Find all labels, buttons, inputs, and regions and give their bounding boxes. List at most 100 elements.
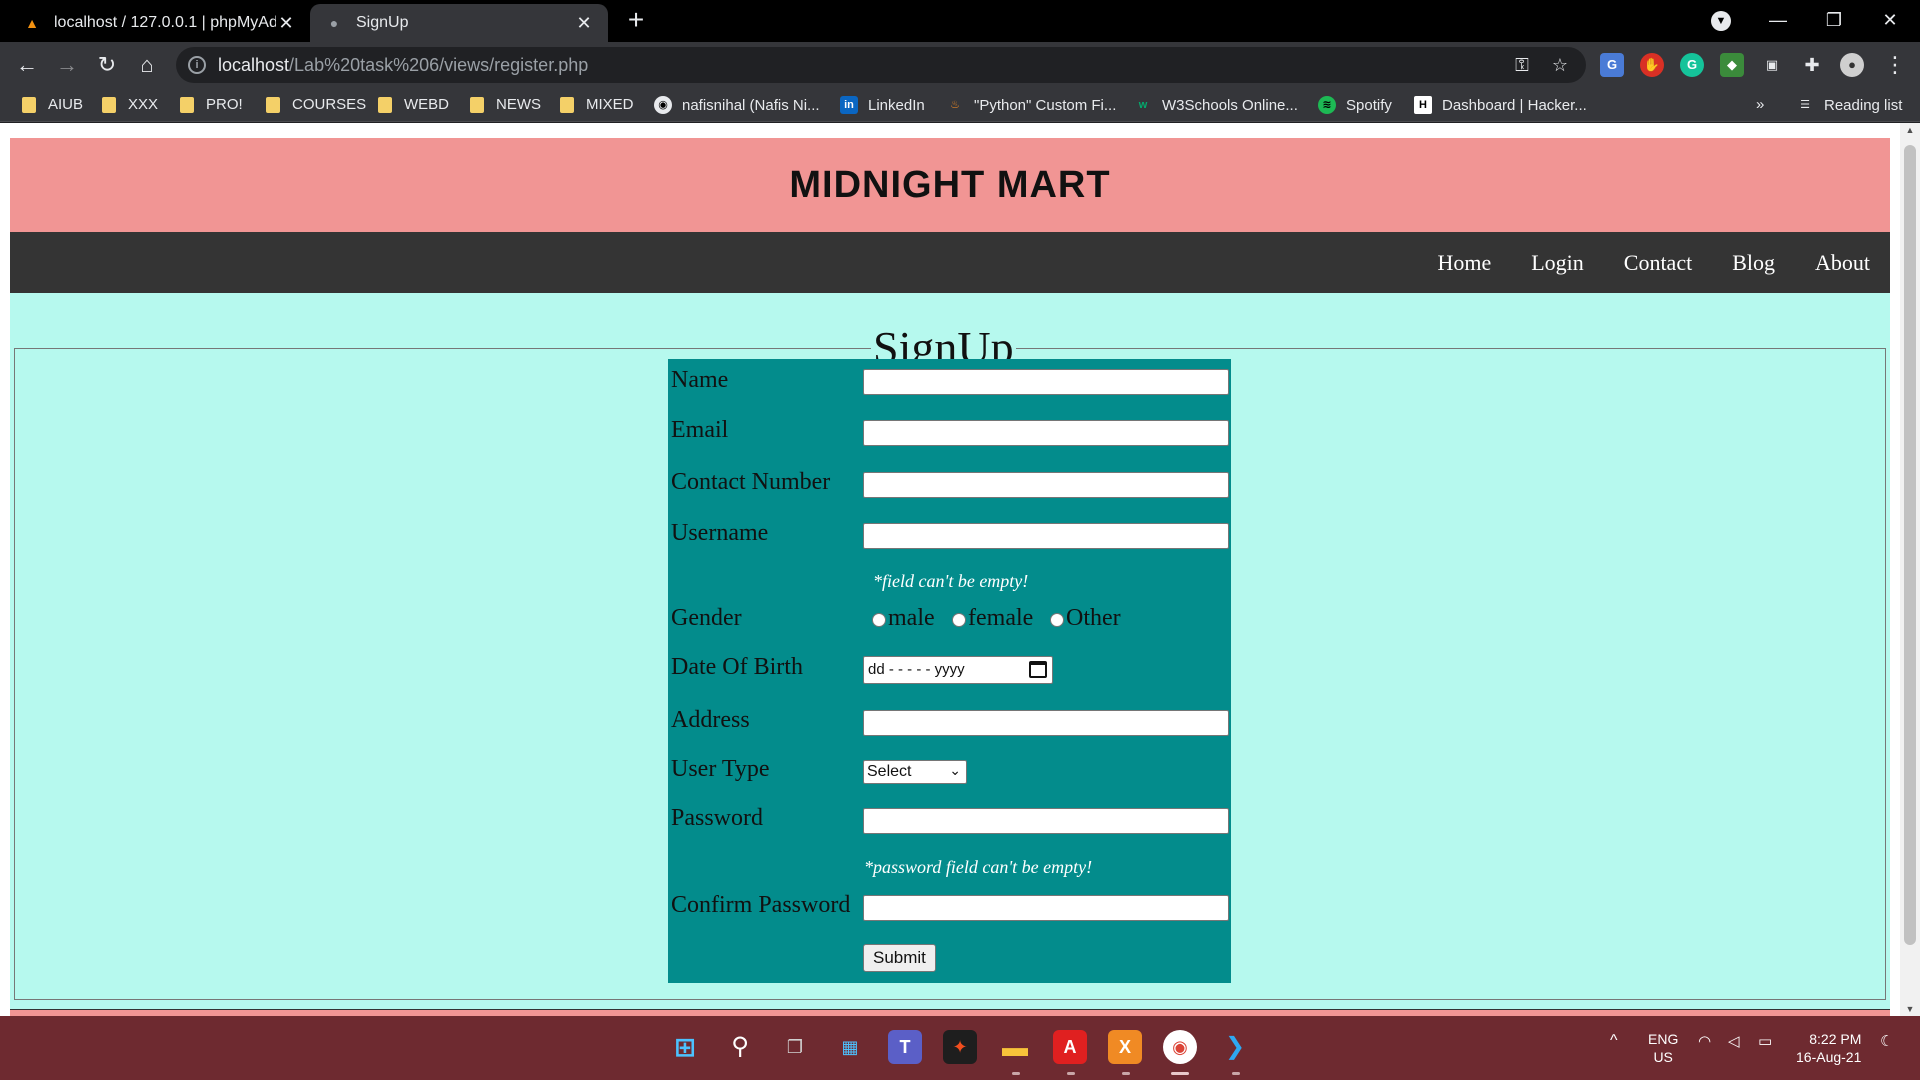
volume-icon[interactable]: ◁ [1728,1032,1740,1050]
battery-icon[interactable]: ▭ [1758,1032,1772,1050]
confirm-password-field[interactable] [863,895,1229,921]
password-label: Password [671,805,764,831]
nav-login[interactable]: Login [1531,232,1584,293]
menu-dots-icon[interactable]: ⋮ [1880,50,1910,80]
wifi-icon[interactable]: ◠ [1698,1032,1711,1050]
bookmark-spotify[interactable]: ≋ Spotify [1318,96,1392,114]
profile-avatar[interactable]: ● [1840,53,1864,77]
grammarly-icon[interactable]: G [1680,53,1704,77]
reload-button[interactable]: ↻ [92,50,122,80]
language-indicator[interactable]: ENG US [1648,1030,1678,1066]
bookmark-hackerrank[interactable]: H Dashboard | Hacker... [1414,96,1587,114]
calendar-icon[interactable] [1029,661,1047,678]
bookmark-aiub[interactable]: AIUB [22,96,83,113]
puzzle-extensions-icon[interactable]: ✚ [1800,53,1824,77]
extension-icon[interactable]: ◆ [1720,53,1744,77]
bookmark-w3schools[interactable]: w W3Schools Online... [1134,96,1298,114]
figma-icon[interactable]: ✦ [943,1030,977,1064]
folder-icon [102,96,116,113]
tab-phpmyadmin[interactable]: ▲ localhost / 127.0.0.1 | phpMyAdm ✕ [8,4,310,42]
tab-title: SignUp [356,14,409,31]
xampp-icon[interactable]: X [1108,1030,1142,1064]
teams-icon[interactable]: T [888,1030,922,1064]
address-bar[interactable]: i localhost/Lab%20task%206/views/registe… [176,47,1586,83]
bookmark-webd[interactable]: WEBD [378,96,449,113]
phpmyadmin-icon: ▲ [25,15,39,31]
scroll-up-icon[interactable]: ▲ [1900,125,1920,135]
tab-signup[interactable]: ● SignUp ✕ [310,4,608,42]
close-window-button[interactable]: ✕ [1862,0,1918,42]
nav-contact[interactable]: Contact [1624,232,1692,293]
gender-other-radio[interactable] [1050,613,1064,627]
forward-button[interactable]: → [52,50,82,80]
url-text[interactable]: localhost/Lab%20task%206/views/register.… [218,55,588,76]
nav-about[interactable]: About [1815,232,1870,293]
bookmark-star-icon[interactable]: ☆ [1548,53,1572,77]
vscode-icon[interactable]: ❯ [1218,1030,1252,1064]
acrobat-icon[interactable]: A [1053,1030,1087,1064]
active-indicator [1171,1072,1189,1075]
file-explorer-icon[interactable]: ▬ [998,1030,1032,1064]
scrollbar-thumb[interactable] [1904,145,1916,945]
nav-blog[interactable]: Blog [1732,232,1775,293]
key-icon[interactable]: ⚿ [1510,53,1534,77]
site-info-icon[interactable]: i [188,56,206,74]
submit-button[interactable]: Submit [863,944,936,972]
address-field[interactable] [863,710,1229,736]
bookmark-courses[interactable]: COURSES [266,96,366,113]
search-icon[interactable]: ⚲ [723,1030,757,1064]
minimize-button[interactable]: — [1750,0,1806,42]
bookmark-pro[interactable]: PRO! [180,96,243,113]
widgets-icon[interactable]: ▦ [833,1030,867,1064]
dob-placeholder: dd - - - - - yyyy [868,661,965,678]
folder-icon [470,96,484,113]
user-type-label: User Type [671,756,770,782]
adblock-icon[interactable]: ✋ [1640,53,1664,77]
tab-manager-icon[interactable]: ▣ [1760,53,1784,77]
folder-icon [22,96,36,113]
folder-icon [180,96,194,113]
dob-label: Date Of Birth [671,654,803,680]
page-scrollbar[interactable]: ▲ ▼ [1900,123,1920,1016]
bookmark-news[interactable]: NEWS [470,96,541,113]
name-field[interactable] [863,369,1229,395]
reading-list-button[interactable]: ☰ Reading list [1796,96,1902,114]
nav-home[interactable]: Home [1437,232,1491,293]
user-type-select[interactable]: Select ⌄ [863,760,967,784]
tab-strip: ▲ localhost / 127.0.0.1 | phpMyAdm ✕ ● S… [0,0,1920,42]
confirm-password-label: Confirm Password [671,892,851,918]
home-button[interactable]: ⌂ [132,50,162,80]
folder-icon [378,96,392,113]
back-button[interactable]: ← [12,50,42,80]
date-of-birth-field[interactable]: dd - - - - - yyyy [863,656,1053,684]
gender-female-radio[interactable] [952,613,966,627]
username-label: Username [671,520,769,546]
password-field[interactable] [863,808,1229,834]
python-icon: ♨ [950,99,960,111]
gender-male-radio[interactable] [872,613,886,627]
chrome-icon[interactable]: ◉ [1163,1030,1197,1064]
bookmark-linkedin[interactable]: in LinkedIn [840,96,925,114]
username-field[interactable] [863,523,1229,549]
bookmark-mixed[interactable]: MIXED [560,96,634,113]
clock[interactable]: 8:22 PM 16-Aug-21 [1796,1030,1861,1066]
focus-assist-icon[interactable]: ☾ [1880,1032,1893,1050]
google-translate-icon[interactable]: G [1600,53,1624,77]
scroll-down-icon[interactable]: ▼ [1900,1004,1920,1014]
windows-start-icon[interactable]: ⊞ [668,1030,702,1064]
task-view-icon[interactable]: ❐ [778,1030,812,1064]
bookmark-github[interactable]: ◉ nafisnihal (Nafis Ni... [654,96,820,114]
tab-search-icon[interactable]: ▼ [1711,11,1731,31]
new-tab-button[interactable]: + [622,6,650,34]
tab-title: localhost / 127.0.0.1 | phpMyAdm [54,14,276,31]
bookmarks-overflow-button[interactable]: » [1756,96,1764,113]
restore-button[interactable]: ❐ [1806,0,1862,42]
close-tab-icon[interactable]: ✕ [574,13,594,34]
bookmark-xxx[interactable]: XXX [102,96,158,113]
email-field[interactable] [863,420,1229,446]
main-content: SignUp Name Email Contact Number Usernam… [10,293,1890,1009]
show-hidden-icons[interactable]: ^ [1610,1032,1618,1050]
close-tab-icon[interactable]: ✕ [276,13,296,34]
contact-number-field[interactable] [863,472,1229,498]
bookmark-python[interactable]: ♨ "Python" Custom Fi... [946,96,1116,114]
